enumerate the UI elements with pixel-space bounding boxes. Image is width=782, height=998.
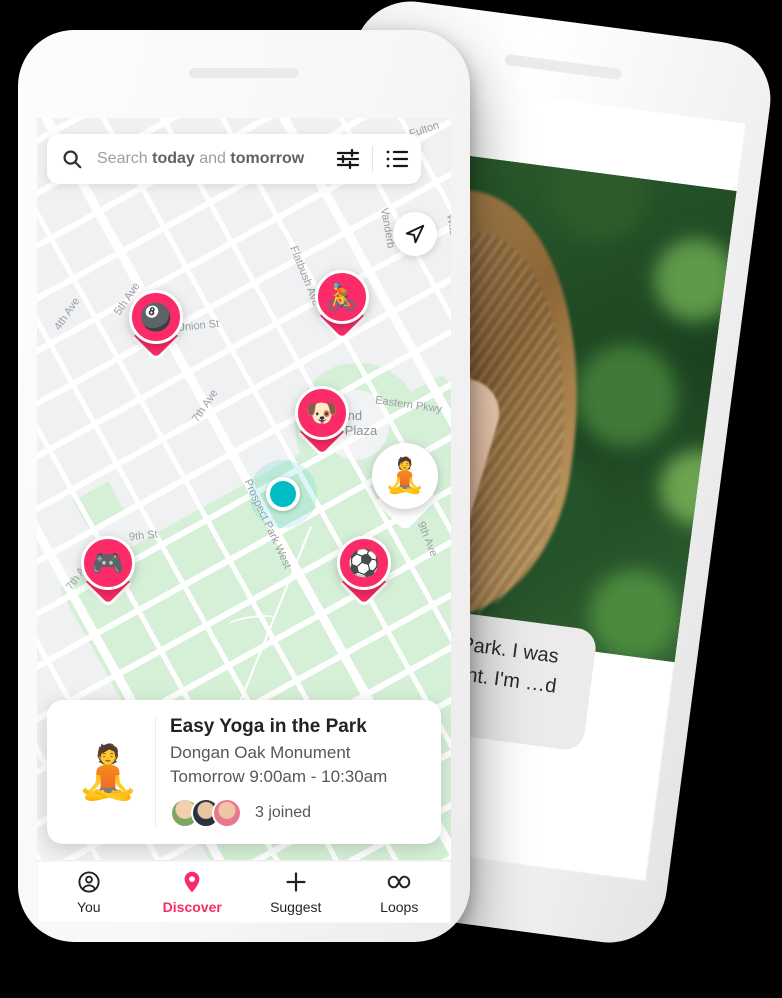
pin-gaming[interactable]: 🎮 <box>81 536 135 609</box>
event-attendees[interactable]: 3 joined <box>170 798 427 828</box>
event-location: Dongan Oak Monument <box>170 743 351 762</box>
discover-screen: Fulton Vanderb Washin 4th Ave 5th Ave Union S… <box>37 118 451 860</box>
search-placeholder-today: today <box>152 150 195 167</box>
pin-billiards[interactable]: 🎱 <box>129 290 183 363</box>
tab-suggest[interactable]: Suggest <box>244 870 348 915</box>
tab-label: Suggest <box>270 898 322 915</box>
pin-emoji-icon: 🎱 <box>139 301 173 332</box>
earpiece-speaker <box>189 68 299 78</box>
navigation-arrow-icon <box>405 224 425 244</box>
pin-emoji-icon: 🎮 <box>91 547 125 578</box>
locate-me-button[interactable] <box>393 212 437 256</box>
event-details: Easy Yoga in the Park Dongan Oak Monumen… <box>170 716 427 828</box>
filter-button[interactable] <box>324 148 372 170</box>
search-placeholder-mid: and <box>194 150 231 167</box>
search-placeholder-tomorrow: tomorrow <box>230 150 305 167</box>
search-placeholder-prefix: Search <box>97 150 153 167</box>
screenshot-stage: Profile …her people to …ct Park. I <box>0 0 782 998</box>
bottom-tab-bar[interactable]: You Discover Suggest Loops <box>37 860 451 923</box>
pin-cycling[interactable]: 🚴 <box>315 270 369 343</box>
pin-yoga[interactable]: 🧘 <box>372 443 438 532</box>
pin-soccer[interactable]: ⚽ <box>337 536 391 609</box>
avatar <box>212 798 242 828</box>
card-divider <box>155 718 156 826</box>
sliders-icon <box>336 148 360 170</box>
event-emoji-icon: 🧘 <box>75 743 141 802</box>
list-icon <box>386 150 409 168</box>
pin-emoji-icon: ⚽ <box>347 547 381 578</box>
earpiece-speaker <box>504 53 623 81</box>
pin-dog[interactable]: 🐶 <box>295 386 349 459</box>
joined-count: 3 joined <box>255 804 312 821</box>
pin-emoji-icon: 🐶 <box>305 397 339 428</box>
phone-device-front: Fulton Vanderb Washin 4th Ave 5th Ave Union S… <box>18 30 470 942</box>
person-circle-icon <box>78 870 100 893</box>
event-time: Tomorrow 9:00am - 10:30am <box>170 767 388 786</box>
event-card[interactable]: 🧘 Easy Yoga in the Park Dongan Oak Monum… <box>47 700 441 844</box>
tab-label: Discover <box>162 898 222 915</box>
search-icon <box>63 150 82 169</box>
search-input[interactable]: Search today and tomorrow <box>97 150 324 168</box>
event-title: Easy Yoga in the Park <box>170 716 367 737</box>
pin-emoji-icon: 🚴 <box>325 281 359 312</box>
list-view-button[interactable] <box>373 149 421 169</box>
tab-label: You <box>76 898 101 915</box>
infinity-icon <box>388 875 411 888</box>
user-location-dot <box>249 460 317 528</box>
pin-emoji-icon: 🧘 <box>383 457 427 495</box>
map-pin-icon <box>184 871 200 892</box>
plus-icon <box>286 871 306 892</box>
tab-label: Loops <box>380 898 419 915</box>
tab-discover[interactable]: Discover <box>141 870 245 915</box>
tab-you[interactable]: You <box>37 870 141 915</box>
tab-loops[interactable]: Loops <box>348 870 452 915</box>
search-bar[interactable]: Search today and tomorrow <box>47 134 421 184</box>
